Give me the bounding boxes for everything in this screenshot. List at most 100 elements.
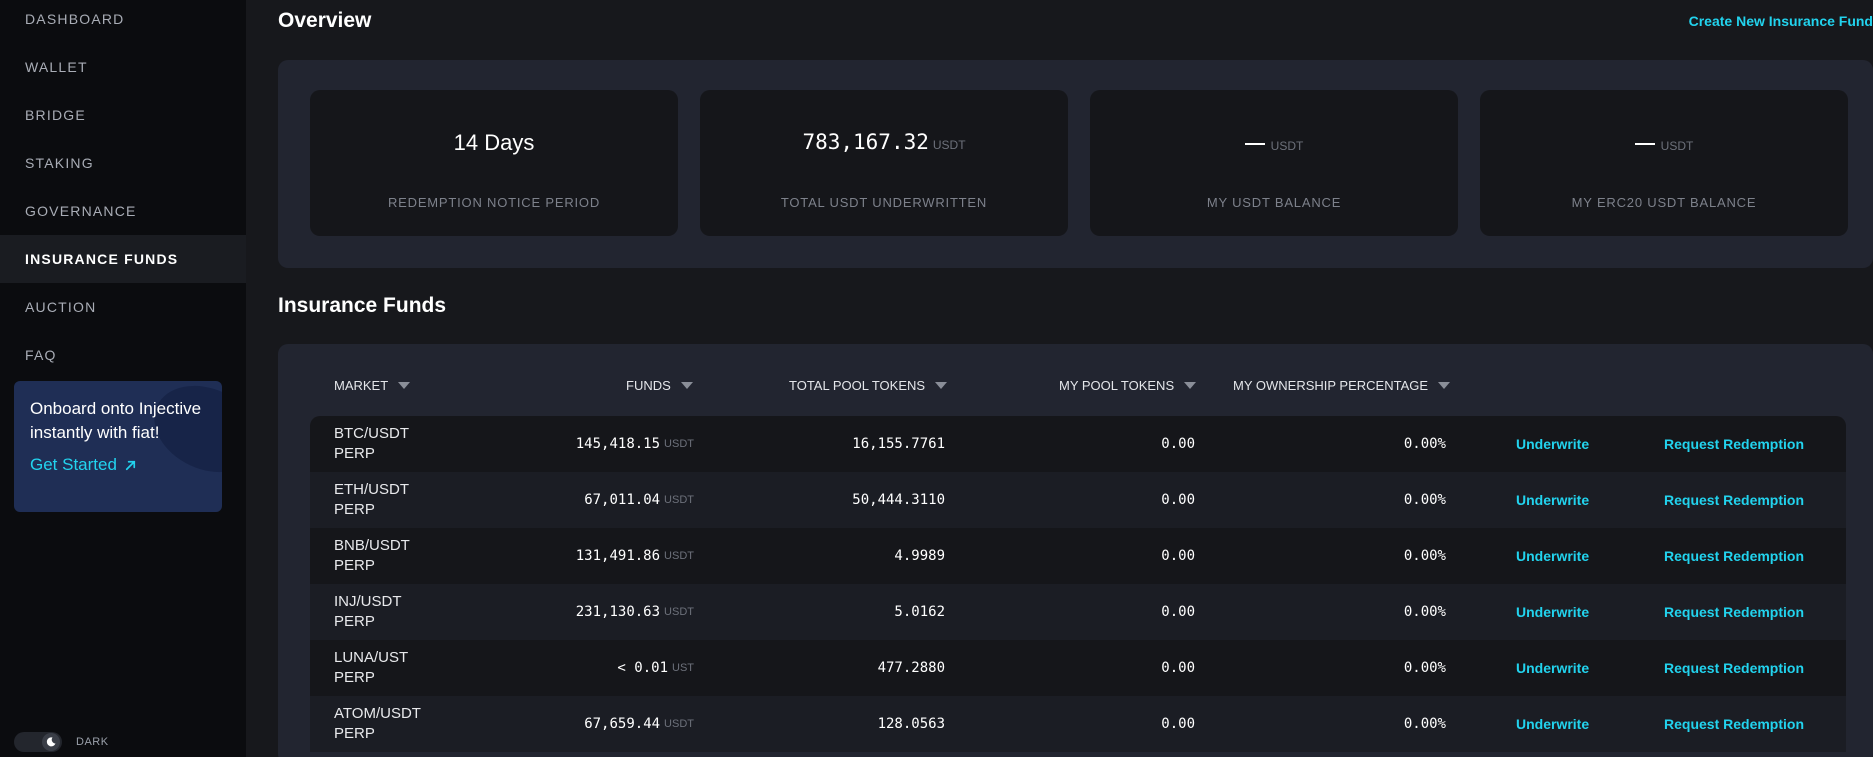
request-redemption-button[interactable]: Request Redemption	[1664, 640, 1804, 696]
market-pair: BNB/USDT	[334, 537, 410, 554]
stat-number: 14 Days	[453, 130, 535, 155]
total-pool-cell: 5.0162	[894, 604, 945, 620]
ownership-cell: 0.00%	[1403, 548, 1446, 564]
caret-down-icon	[680, 382, 693, 389]
my-pool-cell: 0.00	[1161, 548, 1195, 564]
column-header-total-pool-tokens[interactable]: TOTAL POOL TOKENS	[789, 378, 948, 393]
sidebar-item-faq[interactable]: FAQ	[0, 331, 246, 379]
sidebar-item-label: STAKING	[25, 155, 94, 171]
stat-label: TOTAL USDT UNDERWRITTEN	[780, 195, 988, 210]
total-pool-cell: 128.0563	[877, 716, 945, 732]
sidebar-item-auction[interactable]: AUCTION	[0, 283, 246, 331]
stat-unit: USDT	[932, 138, 966, 152]
caret-down-icon	[1438, 382, 1451, 389]
toggle-track[interactable]	[14, 732, 62, 752]
column-header-my-pool-tokens[interactable]: MY POOL TOKENS	[1059, 378, 1197, 393]
underwrite-button[interactable]: Underwrite	[1516, 584, 1589, 640]
funds-unit: USDT	[664, 494, 694, 506]
market-cell: ATOM/USDT PERP	[334, 696, 434, 752]
stat-label: MY USDT BALANCE	[1206, 195, 1342, 210]
column-header-label: MY OWNERSHIP PERCENTAGE	[1233, 378, 1429, 393]
funds-unit: USDT	[664, 606, 694, 618]
sidebar-item-label: WALLET	[25, 59, 88, 75]
column-header-ownership[interactable]: MY OWNERSHIP PERCENTAGE	[1233, 378, 1451, 393]
total-pool-cell: 16,155.7761	[852, 436, 945, 452]
column-header-label: MARKET	[334, 378, 389, 393]
column-header-market[interactable]: MARKET	[334, 378, 411, 393]
my-pool-cell: 0.00	[1161, 492, 1195, 508]
table-row: INJ/USDT PERP 231,130.63 USDT 5.0162 0.00 …	[310, 584, 1846, 640]
table-row: BTC/USDT PERP 145,418.15 USDT 16,155.7761 …	[310, 416, 1846, 472]
stat-value: USDT	[1090, 130, 1458, 156]
market-cell: BNB/USDT PERP	[334, 528, 434, 584]
market-type: PERP	[334, 557, 375, 574]
stat-card-my-usdt-balance: USDT MY USDT BALANCE	[1090, 90, 1458, 236]
onboard-card[interactable]: Onboard onto Injective instantly with fi…	[14, 381, 222, 512]
theme-label: DARK	[76, 736, 109, 748]
total-pool-cell: 477.2880	[877, 660, 945, 676]
underwrite-button[interactable]: Underwrite	[1516, 472, 1589, 528]
stat-unit: USDT	[1660, 139, 1694, 153]
sidebar-item-wallet[interactable]: WALLET	[0, 43, 246, 91]
ownership-cell: 0.00%	[1403, 660, 1446, 676]
my-pool-cell: 0.00	[1161, 436, 1195, 452]
funds-cell: 231,130.63 USDT	[576, 584, 694, 640]
request-redemption-button[interactable]: Request Redemption	[1664, 696, 1804, 752]
moon-icon	[42, 733, 60, 751]
sidebar-item-label: BRIDGE	[25, 107, 86, 123]
stat-card-total-underwritten: 783,167.32 USDT TOTAL USDT UNDERWRITTEN	[700, 90, 1068, 236]
underwrite-button[interactable]: Underwrite	[1516, 416, 1589, 472]
column-header-label: TOTAL POOL TOKENS	[789, 378, 926, 393]
create-insurance-fund-link[interactable]: Create New Insurance Fund	[1689, 13, 1873, 29]
stat-value: 783,167.32 USDT	[700, 130, 1068, 154]
theme-toggle[interactable]: DARK	[14, 732, 109, 752]
request-redemption-button[interactable]: Request Redemption	[1664, 528, 1804, 584]
funds-value: < 0.01	[617, 660, 668, 676]
get-started-label: Get Started	[30, 455, 117, 474]
underwrite-button[interactable]: Underwrite	[1516, 696, 1589, 752]
funds-cell: 145,418.15 USDT	[576, 416, 694, 472]
request-redemption-button[interactable]: Request Redemption	[1664, 584, 1804, 640]
ownership-cell: 0.00%	[1403, 492, 1446, 508]
my-pool-cell: 0.00	[1161, 604, 1195, 620]
sidebar-item-bridge[interactable]: BRIDGE	[0, 91, 246, 139]
get-started-link[interactable]: Get Started	[30, 455, 206, 475]
funds-cell: < 0.01 UST	[617, 640, 694, 696]
stat-value: 14 Days	[310, 130, 678, 156]
market-cell: ETH/USDT PERP	[334, 472, 434, 528]
funds-unit: UST	[672, 662, 694, 674]
sidebar-item-label: GOVERNANCE	[25, 203, 137, 219]
request-redemption-button[interactable]: Request Redemption	[1664, 416, 1804, 472]
sidebar-item-dashboard[interactable]: DASHBOARD	[0, 0, 246, 43]
sidebar-item-governance[interactable]: GOVERNANCE	[0, 187, 246, 235]
stat-label: REDEMPTION NOTICE PERIOD	[387, 195, 601, 210]
market-type: PERP	[334, 725, 375, 742]
column-header-label: MY POOL TOKENS	[1059, 378, 1175, 393]
funds-cell: 67,659.44 USDT	[584, 696, 694, 752]
market-type: PERP	[334, 501, 375, 518]
total-pool-cell: 50,444.3110	[852, 492, 945, 508]
underwrite-button[interactable]: Underwrite	[1516, 528, 1589, 584]
table-body: BTC/USDT PERP 145,418.15 USDT 16,155.7761 …	[310, 416, 1846, 752]
my-pool-cell: 0.00	[1161, 716, 1195, 732]
sidebar-item-staking[interactable]: STAKING	[0, 139, 246, 187]
sidebar: DASHBOARD WALLET BRIDGE STAKING GOVERNAN…	[0, 0, 246, 757]
market-pair: ETH/USDT	[334, 481, 409, 498]
column-header-funds[interactable]: FUNDS	[626, 378, 693, 393]
request-redemption-button[interactable]: Request Redemption	[1664, 472, 1804, 528]
overview-panel: 14 Days REDEMPTION NOTICE PERIOD 783,167…	[278, 60, 1873, 268]
stat-label: MY ERC20 USDT BALANCE	[1571, 195, 1757, 210]
market-pair: BTC/USDT	[334, 425, 409, 442]
funds-unit: USDT	[664, 718, 694, 730]
underwrite-button[interactable]: Underwrite	[1516, 640, 1589, 696]
market-cell: INJ/USDT PERP	[334, 584, 434, 640]
stat-card-redemption-period: 14 Days REDEMPTION NOTICE PERIOD	[310, 90, 678, 236]
stat-number: 783,167.32	[802, 130, 929, 154]
funds-value: 145,418.15	[575, 436, 661, 452]
ownership-cell: 0.00%	[1403, 436, 1446, 452]
overview-title: Overview	[278, 9, 372, 32]
sidebar-item-insurance-funds[interactable]: INSURANCE FUNDS	[0, 235, 246, 283]
caret-down-icon	[398, 382, 411, 389]
arrow-up-right-icon	[125, 460, 136, 470]
stat-value: USDT	[1480, 130, 1848, 156]
